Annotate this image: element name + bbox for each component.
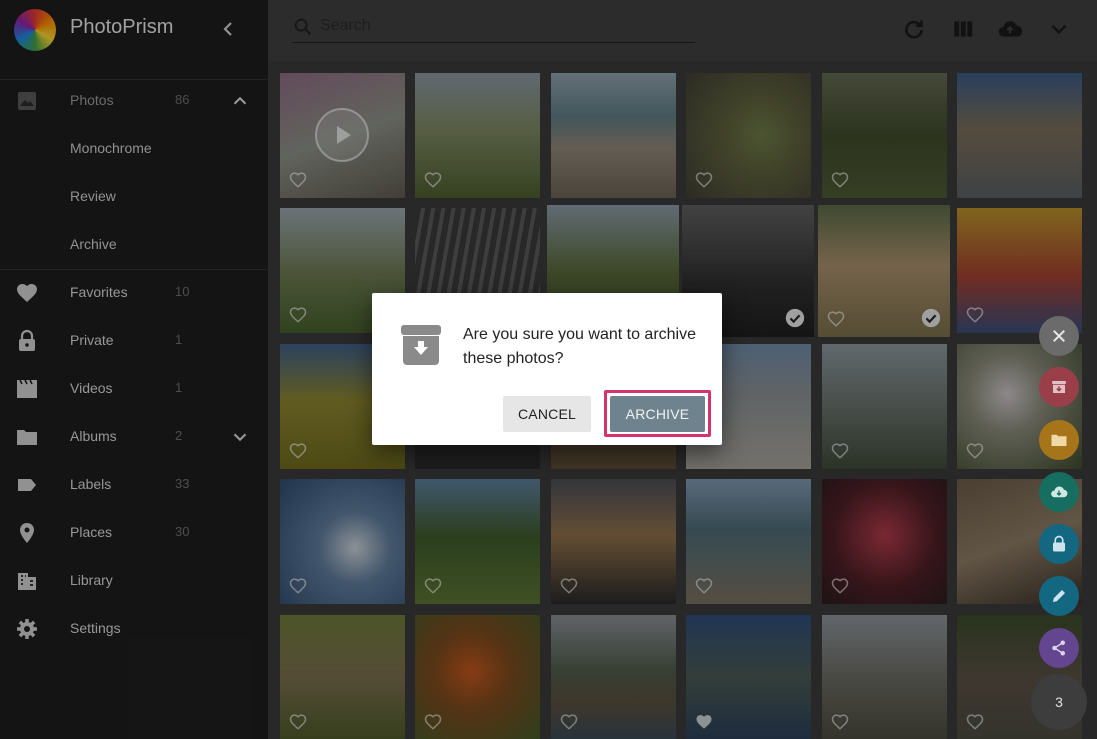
cancel-button[interactable]: CANCEL — [503, 396, 591, 432]
share-icon — [1052, 640, 1065, 656]
private-button[interactable] — [1039, 524, 1079, 564]
dialog-message: Are you sure you want to archive these p… — [463, 326, 697, 367]
cloud-download-icon — [1051, 486, 1068, 498]
clear-selection-button[interactable] — [1039, 316, 1079, 356]
lock-icon — [1053, 535, 1065, 552]
folder-icon — [1051, 434, 1067, 446]
archive-icon — [401, 325, 441, 365]
close-icon — [1053, 330, 1065, 342]
share-button[interactable] — [1039, 628, 1079, 668]
archive-icon — [1052, 381, 1066, 393]
archive-button[interactable]: ARCHIVE — [610, 396, 705, 432]
selection-count-button[interactable]: 3 — [1031, 674, 1087, 730]
add-to-album-button[interactable] — [1039, 420, 1079, 460]
download-button[interactable] — [1039, 472, 1079, 512]
pencil-icon — [1053, 590, 1065, 602]
archive-fab-button[interactable] — [1039, 367, 1079, 407]
edit-button[interactable] — [1039, 576, 1079, 616]
archive-confirm-dialog: Are you sure you want to archive these p… — [372, 293, 722, 445]
